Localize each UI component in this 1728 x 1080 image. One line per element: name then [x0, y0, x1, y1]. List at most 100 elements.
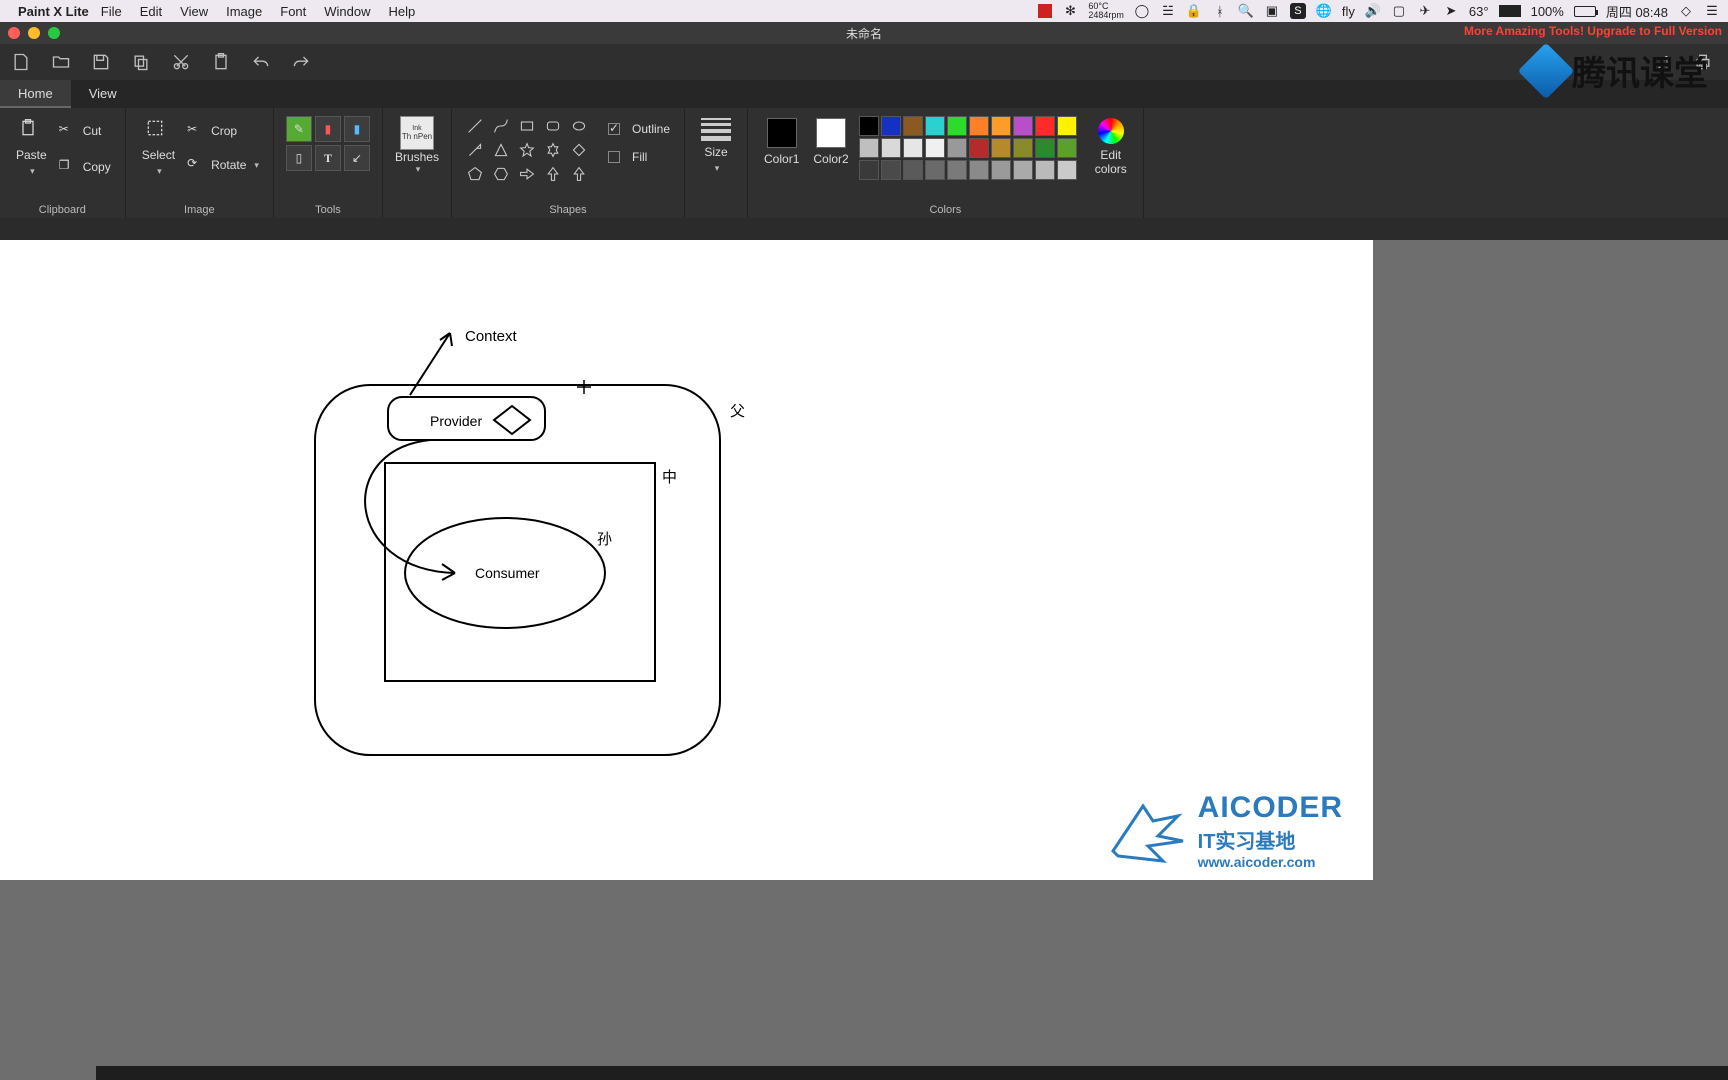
size-button[interactable]: Size: [697, 116, 735, 176]
sound-icon[interactable]: 🔊: [1365, 3, 1381, 19]
color-swatch-27[interactable]: [1013, 160, 1033, 180]
color-swatch-10[interactable]: [859, 138, 879, 158]
color-swatch-0[interactable]: [859, 116, 879, 136]
color-swatch-7[interactable]: [1013, 116, 1033, 136]
crop-button[interactable]: ✂ Crop: [185, 120, 261, 142]
redo-icon[interactable]: [290, 51, 312, 73]
color-swatch-6[interactable]: [991, 116, 1011, 136]
location-icon[interactable]: ➤: [1443, 3, 1459, 19]
color-swatch-17[interactable]: [1013, 138, 1033, 158]
tool-pencil[interactable]: ✎: [286, 116, 312, 142]
wifi-icon[interactable]: ◇: [1678, 3, 1694, 19]
paste-button[interactable]: Paste: [12, 116, 51, 179]
menu-help[interactable]: Help: [389, 4, 416, 19]
copy-button[interactable]: ❐ Copy: [57, 156, 113, 178]
color-swatch-28[interactable]: [1035, 160, 1055, 180]
temperature-readout[interactable]: 60°C 2484rpm: [1088, 2, 1124, 20]
color-swatch-8[interactable]: [1035, 116, 1055, 136]
window-close-button[interactable]: [8, 27, 20, 39]
shape-rect[interactable]: [516, 116, 538, 136]
clock[interactable]: 周四 08:48: [1606, 2, 1668, 21]
tool-eyedropper[interactable]: ↙: [344, 145, 370, 171]
upgrade-banner[interactable]: More Amazing Tools! Upgrade to Full Vers…: [1464, 24, 1722, 38]
fan-icon[interactable]: ✻: [1062, 3, 1078, 19]
color-swatch-13[interactable]: [925, 138, 945, 158]
menubar-rect-icon[interactable]: [1499, 5, 1521, 17]
creative-cloud-icon[interactable]: ◯: [1134, 3, 1150, 19]
color-swatch-2[interactable]: [903, 116, 923, 136]
color-swatch-19[interactable]: [1057, 138, 1077, 158]
shape-ellipse[interactable]: [568, 116, 590, 136]
lock-icon[interactable]: 🔒: [1186, 3, 1202, 19]
istat-icon[interactable]: [1038, 4, 1052, 18]
shape-curve[interactable]: [490, 116, 512, 136]
color-swatch-16[interactable]: [991, 138, 1011, 158]
color-swatch-1[interactable]: [881, 116, 901, 136]
save-file-icon[interactable]: [90, 51, 112, 73]
color-swatch-11[interactable]: [881, 138, 901, 158]
color-swatch-5[interactable]: [969, 116, 989, 136]
shape-line[interactable]: [464, 116, 486, 136]
shape-pentagon[interactable]: [464, 164, 486, 184]
fill-toggle[interactable]: Fill: [606, 148, 672, 166]
window-zoom-button[interactable]: [48, 27, 60, 39]
window-minimize-button[interactable]: [28, 27, 40, 39]
battery-icon[interactable]: [1574, 6, 1596, 17]
menu-edit[interactable]: Edit: [140, 4, 162, 19]
new-file-icon[interactable]: [10, 51, 32, 73]
color-swatch-21[interactable]: [881, 160, 901, 180]
shape-roundrect[interactable]: [542, 116, 564, 136]
color2-button[interactable]: Color2: [809, 116, 852, 168]
bluetooth-icon[interactable]: ᚼ: [1212, 3, 1228, 19]
tool-fill[interactable]: ▮: [315, 116, 341, 142]
battery-percent[interactable]: 100%: [1531, 4, 1564, 19]
color-swatch-12[interactable]: [903, 138, 923, 158]
color-swatch-23[interactable]: [925, 160, 945, 180]
tool-text[interactable]: T: [315, 145, 341, 171]
color-swatch-26[interactable]: [991, 160, 1011, 180]
telegram-icon[interactable]: ✈: [1417, 3, 1433, 19]
shape-arrow-right[interactable]: [516, 164, 538, 184]
globe-icon[interactable]: 🌐: [1316, 3, 1332, 19]
paste-icon[interactable]: [210, 51, 232, 73]
menu-file[interactable]: File: [101, 4, 122, 19]
rotate-button[interactable]: ⟳ Rotate: [185, 154, 261, 176]
color-swatch-29[interactable]: [1057, 160, 1077, 180]
open-file-icon[interactable]: [50, 51, 72, 73]
color-swatch-18[interactable]: [1035, 138, 1055, 158]
spotlight-icon[interactable]: 🔍: [1238, 3, 1254, 19]
shape-triangle[interactable]: [490, 140, 512, 160]
display-icon[interactable]: ▣: [1264, 3, 1280, 19]
airplay-icon[interactable]: ▢: [1391, 3, 1407, 19]
app-name[interactable]: Paint X Lite: [18, 4, 89, 19]
menu-image[interactable]: Image: [226, 4, 262, 19]
tab-view[interactable]: View: [71, 80, 135, 108]
copy-icon[interactable]: [130, 51, 152, 73]
menu-font[interactable]: Font: [280, 4, 306, 19]
app-s-icon[interactable]: S: [1290, 3, 1306, 19]
weather-status[interactable]: 63°: [1469, 4, 1489, 19]
brushes-button[interactable]: Ink Th nPen Brushes: [395, 116, 439, 175]
color-swatch-4[interactable]: [947, 116, 967, 136]
color-swatch-3[interactable]: [925, 116, 945, 136]
cut-icon[interactable]: [170, 51, 192, 73]
color-swatch-24[interactable]: [947, 160, 967, 180]
control-center-icon[interactable]: ☰: [1704, 3, 1720, 19]
outline-toggle[interactable]: Outline: [606, 120, 672, 138]
color1-button[interactable]: Color1: [760, 116, 803, 168]
shape-star[interactable]: [516, 140, 538, 160]
color-swatch-15[interactable]: [969, 138, 989, 158]
color-swatch-25[interactable]: [969, 160, 989, 180]
shape-hexagon[interactable]: [490, 164, 512, 184]
shape-star6[interactable]: [542, 140, 564, 160]
tool-spray[interactable]: ▮: [344, 116, 370, 142]
tab-home[interactable]: Home: [0, 80, 71, 108]
user-fastswitch[interactable]: fly: [1342, 4, 1355, 19]
shape-arrow-up[interactable]: [542, 164, 564, 184]
color-swatch-14[interactable]: [947, 138, 967, 158]
select-button[interactable]: Select: [138, 116, 179, 179]
menu-window[interactable]: Window: [324, 4, 370, 19]
stack-icon[interactable]: ☱: [1160, 3, 1176, 19]
shape-polygon-tool[interactable]: [464, 140, 486, 160]
horizontal-scrollbar[interactable]: [96, 1066, 1728, 1080]
